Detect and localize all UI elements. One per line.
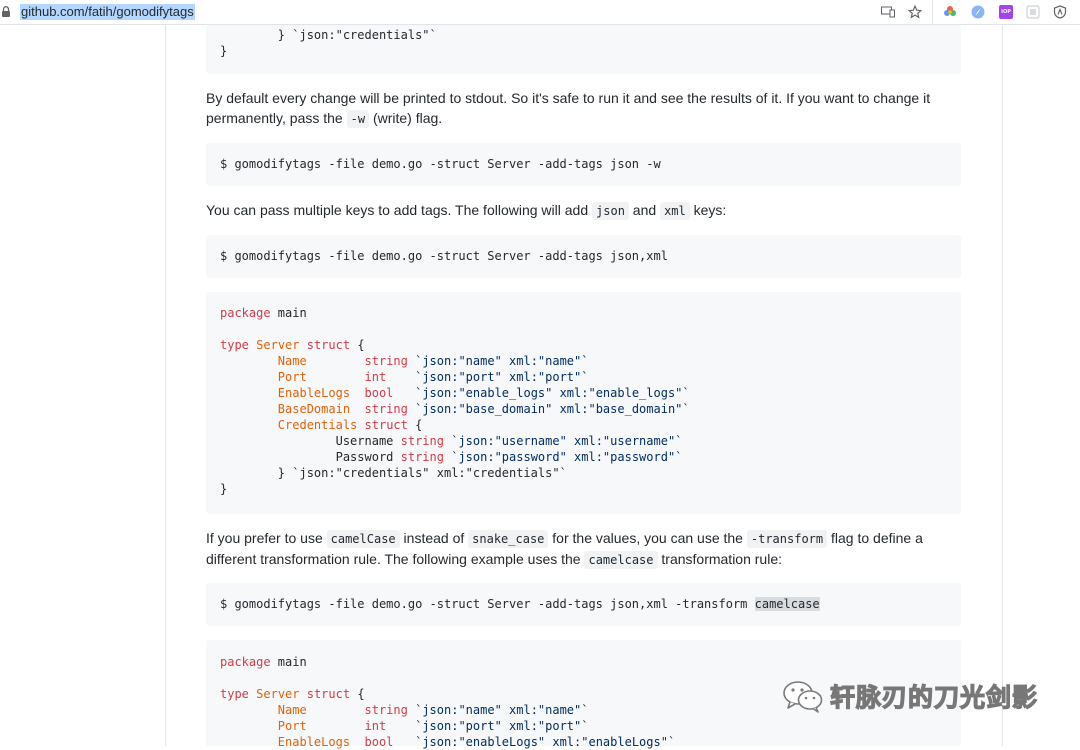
command-line: $ gomodifytags -file demo.go -struct Ser…	[220, 249, 668, 263]
watermark-text: 轩脉刃的刀光剑影	[829, 683, 1039, 712]
code-line: Name string `json:"name" xml:"name"`	[277, 703, 589, 717]
code-line: Port int `json:"port" xml:"port"`	[277, 719, 589, 733]
inline-code: json	[592, 202, 629, 220]
compass-icon[interactable]	[970, 4, 986, 20]
shield-icon[interactable]	[1052, 4, 1068, 20]
paragraph-default-stdout: By default every change will be printed …	[206, 88, 966, 129]
command-block-add-json-xml: $ gomodifytags -file demo.go -struct Ser…	[206, 235, 961, 278]
selected-text[interactable]: camelcase	[754, 597, 820, 611]
command-line: $ gomodifytags -file demo.go -struct Ser…	[220, 157, 661, 171]
content-border-left	[165, 25, 166, 746]
browser-address-bar: github.com/fatih/gomodifytags IOP	[0, 0, 1080, 25]
inline-code: -w	[346, 110, 370, 128]
url-field[interactable]: github.com/fatih/gomodifytags	[20, 4, 195, 20]
inline-code: xml	[660, 202, 690, 220]
content-border-right	[1002, 25, 1003, 746]
toolbar-divider	[932, 0, 933, 24]
paragraph-text: If you prefer to use	[206, 530, 327, 546]
code-line: }	[220, 482, 228, 496]
devices-icon[interactable]	[880, 4, 896, 20]
paragraph-text: transformation rule:	[657, 551, 782, 567]
paragraph-text: By default every change will be printed …	[206, 90, 931, 126]
iop-label: IOP	[1001, 9, 1011, 15]
inline-code: camelCase	[326, 530, 400, 548]
watermark: 轩脉刃的刀光剑影	[782, 676, 1038, 716]
paragraph-text: keys:	[689, 202, 727, 218]
code-line: Name string `json:"name" xml:"name"`	[277, 354, 589, 368]
code-block-credentials-tail: } `json:"credentials"` }	[206, 25, 961, 74]
command-line: $ gomodifytags -file demo.go -struct Ser…	[220, 597, 820, 611]
star-icon[interactable]	[907, 4, 923, 20]
code-line: Port int `json:"port" xml:"port"`	[277, 370, 589, 384]
code-line: package main	[220, 306, 307, 320]
paragraph-text: and	[628, 202, 661, 218]
paragraph-text: for the values, you can use the	[548, 530, 747, 546]
code-line: package main	[220, 655, 307, 669]
command-block-add-json: $ gomodifytags -file demo.go -struct Ser…	[206, 143, 961, 186]
code-line: Credentials struct {	[277, 418, 423, 432]
code-line: BaseDomain string `json:"base_domain" xm…	[277, 402, 690, 416]
code-line: } `json:"credentials"`	[220, 28, 437, 42]
code-line: } `json:"credentials" xml:"credentials"`	[277, 466, 567, 480]
puzzle-icon[interactable]	[1025, 4, 1041, 20]
code-line: type Server struct {	[220, 338, 365, 352]
inline-code: camelcase	[584, 551, 658, 569]
colorwheel-icon[interactable]	[942, 4, 958, 20]
paragraph-text: instead of	[399, 530, 469, 546]
inline-code: snake_case	[468, 530, 549, 548]
inline-code: -transform	[746, 530, 828, 548]
paragraph-text: (write) flag.	[369, 110, 443, 126]
paragraph-multiple-keys: You can pass multiple keys to add tags. …	[206, 200, 966, 221]
iop-icon[interactable]: IOP	[998, 4, 1014, 20]
code-line: type Server struct {	[220, 687, 365, 701]
code-line: EnableLogs bool `json:"enableLogs" xml:"…	[277, 735, 676, 749]
paragraph-camelcase: If you prefer to use camelCase instead o…	[206, 528, 966, 570]
lock-icon	[2, 6, 10, 17]
code-line: Username string `json:"username" xml:"us…	[335, 434, 683, 448]
wechat-icon	[783, 681, 823, 713]
code-line: EnableLogs bool `json:"enable_logs" xml:…	[277, 386, 690, 400]
code-block-json-xml-struct: package main type Server struct { Name s…	[206, 292, 961, 514]
code-line: Password string `json:"password" xml:"pa…	[335, 450, 683, 464]
paragraph-text: You can pass multiple keys to add tags. …	[206, 202, 593, 218]
code-line: }	[220, 44, 228, 58]
command-block-transform: $ gomodifytags -file demo.go -struct Ser…	[206, 583, 961, 626]
